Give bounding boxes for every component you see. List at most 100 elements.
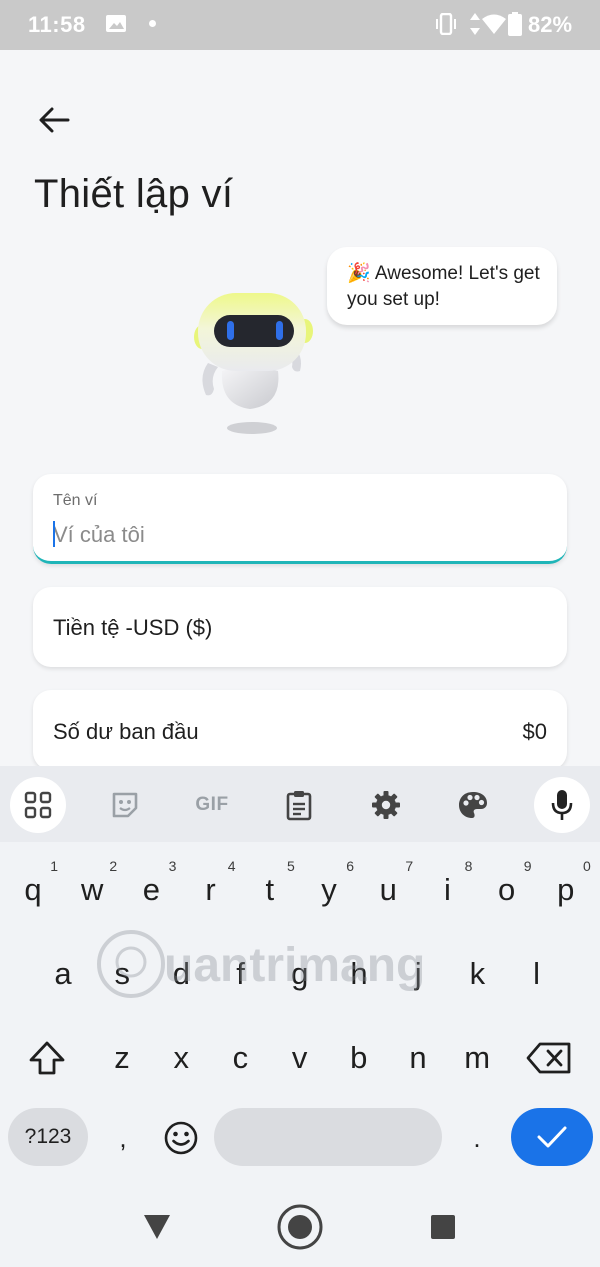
gif-button[interactable]: GIF [184, 777, 240, 833]
key-label: e [142, 872, 161, 907]
key-label: d [172, 956, 191, 991]
microphone-icon [551, 790, 573, 820]
wallet-name-field[interactable]: Tên ví [33, 474, 567, 564]
symbols-key[interactable]: ?123 [8, 1108, 88, 1166]
initial-balance-field[interactable]: Số dư ban đầu $0 [33, 690, 567, 770]
initial-balance-value: $0 [522, 719, 547, 744]
key-hint-number: 8 [464, 858, 473, 874]
key-j[interactable]: j [389, 944, 447, 1004]
key-d[interactable]: d [152, 944, 210, 1004]
checkmark-icon [537, 1126, 567, 1148]
shift-arrow-icon [29, 1041, 65, 1075]
voice-input-button[interactable] [534, 777, 590, 833]
key-z[interactable]: z [93, 1028, 151, 1088]
notification-dot [149, 20, 156, 27]
nav-recents-button[interactable] [416, 1200, 470, 1254]
page-title: Thiết lập ví [34, 172, 234, 216]
key-hint-number: 6 [346, 858, 354, 874]
emoji-key[interactable] [152, 1108, 210, 1168]
key-label: w [80, 872, 104, 907]
key-x[interactable]: x [152, 1028, 210, 1088]
key-hint-number: 0 [583, 858, 591, 874]
theme-button[interactable] [445, 777, 501, 833]
key-label: k [469, 956, 486, 991]
key-hint-number: 3 [168, 858, 177, 874]
key-label: c [232, 1040, 249, 1075]
wallet-name-input[interactable] [53, 518, 533, 552]
vibrate-icon [436, 13, 456, 35]
party-popper-icon: 🎉 [347, 263, 371, 284]
key-label: r [205, 872, 216, 907]
key-o[interactable]: o9 [478, 858, 536, 920]
key-k[interactable]: k [448, 944, 506, 1004]
smiley-icon [164, 1121, 198, 1155]
key-label: f [236, 956, 245, 991]
key-r[interactable]: r4 [182, 858, 240, 920]
keyboard-toolbar: GIF [0, 766, 600, 842]
key-label: u [379, 872, 397, 907]
shift-key[interactable] [18, 1028, 76, 1088]
key-label: j [414, 956, 422, 991]
key-l[interactable]: l [508, 944, 566, 1004]
back-button[interactable] [32, 100, 76, 140]
key-i[interactable]: i8 [418, 858, 476, 920]
key-h[interactable]: h [330, 944, 388, 1004]
enter-key[interactable] [511, 1108, 593, 1166]
key-t[interactable]: t5 [241, 858, 299, 920]
key-label: b [350, 1040, 368, 1075]
key-label: x [173, 1040, 189, 1075]
apps-grid-icon [24, 791, 52, 819]
key-s[interactable]: s [93, 944, 151, 1004]
apps-grid-button[interactable] [10, 777, 66, 833]
key-b[interactable]: b [330, 1028, 388, 1088]
gif-label: GIF [195, 794, 229, 815]
key-hint-number: 4 [227, 858, 236, 874]
key-w[interactable]: w2 [63, 858, 121, 920]
sticker-icon [112, 792, 138, 818]
speech-bubble: 🎉 Awesome! Let's get you set up! [327, 247, 557, 325]
keyboard-settings-button[interactable] [358, 777, 414, 833]
key-g[interactable]: g [271, 944, 329, 1004]
initial-balance-label: Số dư ban đầu [53, 719, 199, 744]
sticker-button[interactable] [97, 777, 153, 833]
clipboard-button[interactable] [271, 777, 327, 833]
settings-gear-icon [372, 791, 400, 819]
space-bar[interactable] [214, 1108, 442, 1166]
palette-icon [459, 792, 487, 818]
key-y[interactable]: y6 [300, 858, 358, 920]
nav-back-button[interactable] [130, 1200, 184, 1254]
arrow-left-icon [39, 107, 70, 133]
key-label: l [533, 956, 541, 991]
system-navigation-bar [0, 1186, 600, 1267]
key-q[interactable]: q1 [4, 858, 62, 920]
currency-selector[interactable]: Tiền tệ -USD ($) [33, 587, 567, 667]
key-f[interactable]: f [212, 944, 270, 1004]
key-n[interactable]: n [389, 1028, 447, 1088]
key-e[interactable]: e3 [122, 858, 180, 920]
key-u[interactable]: u7 [359, 858, 417, 920]
key-label: v [291, 1040, 308, 1075]
status-bar: 11:58 82% [0, 0, 600, 50]
key-m[interactable]: m [448, 1028, 506, 1088]
key-label: m [464, 1040, 491, 1075]
key-hint-number: 7 [405, 858, 414, 874]
bubble-text: Awesome! Let's get you set up! [347, 263, 540, 310]
data-arrows-icon [470, 13, 480, 35]
key-v[interactable]: v [271, 1028, 329, 1088]
key-label: y [321, 872, 337, 907]
key-hint-number: 1 [50, 858, 58, 874]
key-label: p [557, 872, 575, 907]
currency-text: Tiền tệ -USD ($) [53, 615, 213, 640]
key-p[interactable]: p0 [537, 858, 595, 920]
wifi-icon [482, 14, 506, 34]
key-label: s [114, 956, 130, 991]
backspace-key[interactable] [520, 1028, 578, 1088]
nav-home-button[interactable] [273, 1200, 327, 1254]
key-label: h [350, 956, 368, 991]
key-c[interactable]: c [211, 1028, 269, 1088]
robot-mascot-illustration [194, 293, 313, 434]
key-a[interactable]: a [34, 944, 92, 1004]
key-label: i [443, 872, 451, 907]
period-key[interactable]: . [448, 1108, 506, 1168]
comma-key[interactable]: , [94, 1108, 152, 1168]
